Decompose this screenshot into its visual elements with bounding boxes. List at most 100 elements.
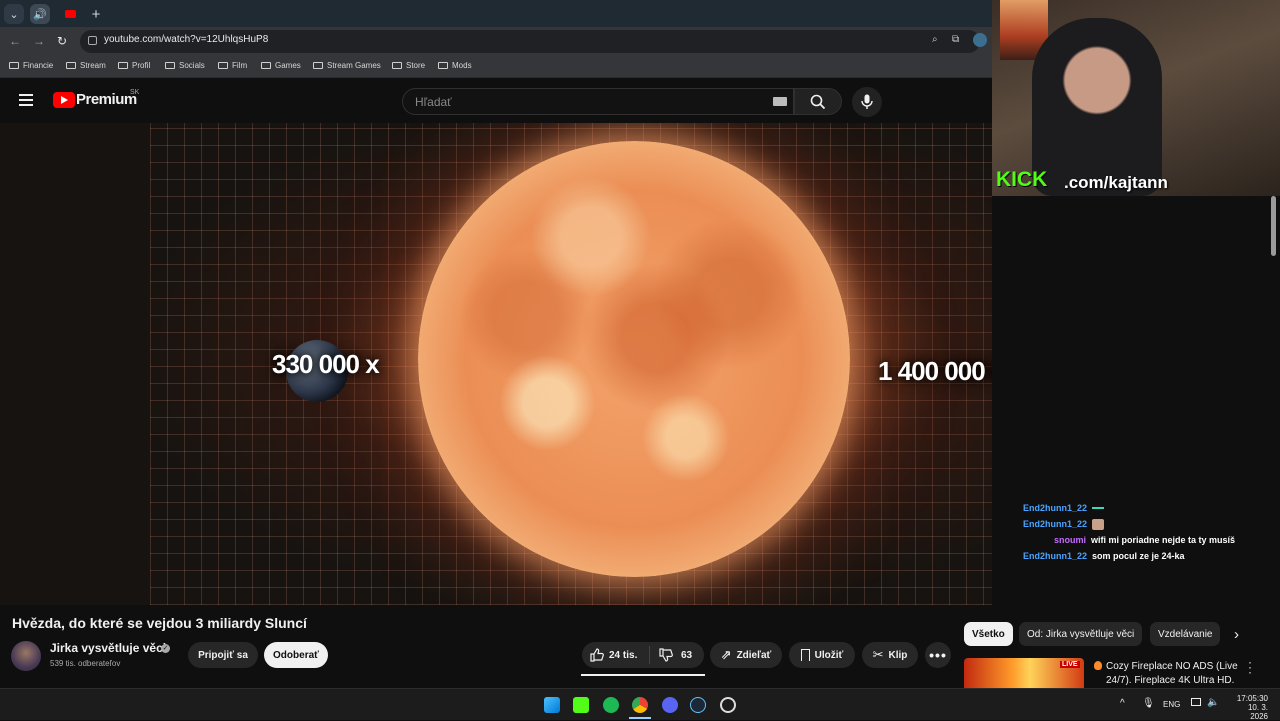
spotify-icon[interactable] — [603, 697, 619, 713]
bookmark-folder[interactable]: Financie — [9, 61, 53, 70]
chips-next-chevron-icon[interactable]: › — [1234, 626, 1239, 643]
address-bar-row: ← → ↻ youtube.com/watch?v=12UhlqsHuP8 ⌕ … — [0, 27, 992, 56]
video-player[interactable]: 330 000 x 1 400 000 km — [0, 123, 992, 605]
sun-image — [418, 141, 850, 577]
zoom-icon[interactable]: ⌕ — [932, 34, 938, 45]
bookmark-icon — [800, 649, 810, 661]
folder-icon — [118, 62, 128, 69]
tray-mic-icon[interactable]: 🎙 — [1142, 698, 1155, 709]
search-input[interactable] — [402, 88, 794, 115]
bookmark-folder[interactable]: Games — [261, 61, 301, 70]
chat-username: End2hunn1_22 — [1023, 519, 1088, 529]
microphone-icon — [861, 94, 873, 109]
like-button[interactable]: 24 tis. — [582, 646, 650, 664]
lens-icon[interactable] — [973, 33, 987, 47]
thumbs-down-icon — [659, 648, 673, 662]
new-tab-plus-icon[interactable]: + — [86, 4, 106, 24]
chat-text: wifi mi poriadne nejde ta ty musíš — [1091, 535, 1236, 545]
browser-tab-strip: ⌄ 🔊 + — [0, 0, 992, 27]
active-app-indicator — [629, 717, 651, 719]
chat-overlay: End2hunn1_22 End2hunn1_22 snoumi wifi mi… — [1023, 503, 1235, 567]
bookmarks-bar: Financie Stream Profil Socials Film Game… — [0, 56, 992, 78]
premium-logo-text[interactable]: Premium — [76, 91, 137, 108]
voice-search-button[interactable] — [852, 87, 882, 117]
chat-text: som pocul ze je 24-ka — [1092, 551, 1185, 561]
video-title: Hvězda, do které se vejdou 3 miliardy Sl… — [12, 615, 307, 631]
folder-icon — [165, 62, 175, 69]
windows-taskbar: ^ 🎙 ENG 🔈 17:05:30 10. 3. 2026 — [0, 688, 1280, 721]
like-underline — [581, 674, 705, 676]
youtube-tab-icon[interactable] — [60, 4, 80, 24]
bookmark-folder[interactable]: Film — [218, 61, 247, 70]
chat-message: snoumi wifi mi poriadne nejde ta ty musí… — [1023, 535, 1235, 551]
chat-username: snoumi — [1054, 535, 1087, 545]
discord-icon[interactable] — [662, 697, 678, 713]
more-actions-button[interactable]: ••• — [925, 642, 951, 668]
steam-icon[interactable] — [690, 697, 706, 713]
folder-icon — [438, 62, 448, 69]
chat-username: End2hunn1_22 — [1023, 551, 1088, 561]
tab-list-chevron-icon[interactable]: ⌄ — [4, 4, 24, 24]
bookmark-folder[interactable]: Stream Games — [313, 61, 381, 70]
emote-icon — [1092, 507, 1105, 509]
subscriber-count: 539 tis. odberateľov — [50, 659, 121, 668]
bookmark-folder[interactable]: Socials — [165, 61, 205, 70]
folder-icon — [66, 62, 76, 69]
chat-message: End2hunn1_22 som pocul ze je 24-ka — [1023, 551, 1235, 567]
more-dots-icon: ••• — [929, 647, 947, 663]
folder-icon — [9, 62, 19, 69]
menu-icon[interactable] — [19, 94, 33, 106]
dislike-button[interactable]: 63 — [650, 648, 692, 662]
url-text: youtube.com/watch?v=12UhlqsHuP8 — [104, 34, 269, 45]
tray-chevron-icon[interactable]: ^ — [1120, 698, 1125, 709]
reload-icon[interactable]: ↻ — [57, 34, 67, 48]
youtube-logo-icon[interactable] — [53, 92, 75, 108]
share-button[interactable]: ⇗ Zdieľať — [710, 642, 782, 668]
subscribe-button[interactable]: Odoberať — [264, 642, 328, 668]
forward-arrow-icon[interactable]: → — [33, 34, 45, 48]
search-icon — [810, 94, 826, 110]
chrome-icon[interactable] — [632, 697, 648, 713]
site-info-icon[interactable] — [88, 36, 97, 45]
folder-icon — [313, 62, 323, 69]
channel-name[interactable]: Jirka vysvětluje věci — [50, 641, 166, 655]
dislike-count: 63 — [681, 649, 693, 661]
url-box[interactable]: youtube.com/watch?v=12UhlqsHuP8 ⌕ ⧉ — [80, 30, 987, 53]
join-button[interactable]: Pripojiť sa — [188, 642, 258, 668]
chat-message: End2hunn1_22 — [1023, 503, 1235, 519]
network-icon[interactable] — [1191, 698, 1201, 706]
kick-brand-text: KICK — [996, 168, 1048, 191]
volume-icon[interactable]: 🔈 — [1207, 697, 1219, 708]
channel-avatar[interactable] — [11, 641, 41, 671]
bookmark-folder[interactable]: Mods — [438, 61, 472, 70]
video-text-multiplier: 330 000 x — [272, 349, 380, 379]
share-arrow-icon: ⇗ — [720, 647, 732, 662]
verified-check-icon: ✓ — [161, 644, 170, 653]
like-count: 24 tis. — [609, 649, 638, 661]
windows-start-icon[interactable] — [544, 697, 560, 713]
like-dislike-group: 24 tis. 63 — [582, 642, 704, 668]
tab-audio-icon[interactable]: 🔊 — [30, 4, 50, 24]
back-arrow-icon[interactable]: ← — [9, 34, 21, 48]
chip-from-channel[interactable]: Od: Jirka vysvětluje věci — [1019, 622, 1143, 646]
scrollbar-thumb[interactable] — [1271, 196, 1276, 256]
search-button[interactable] — [794, 88, 842, 115]
bookmark-folder[interactable]: Profil — [118, 61, 150, 70]
cast-icon[interactable]: ⧉ — [952, 34, 959, 45]
bookmark-folder[interactable]: Stream — [66, 61, 106, 70]
kick-app-icon[interactable] — [573, 697, 589, 713]
region-code: SK — [130, 89, 140, 96]
recommendation-more-icon[interactable]: · · · — [1248, 656, 1252, 678]
clip-button[interactable]: ✂ Klip — [862, 642, 918, 668]
chip-all[interactable]: Všetko — [964, 622, 1013, 646]
chat-message: End2hunn1_22 — [1023, 519, 1235, 535]
chip-education[interactable]: Vzdelávanie — [1150, 622, 1221, 646]
folder-icon — [218, 62, 228, 69]
keyboard-icon[interactable] — [773, 97, 787, 106]
bookmark-folder[interactable]: Store — [392, 61, 425, 70]
language-indicator[interactable]: ENG — [1163, 700, 1180, 709]
kick-url-text: .com/kajtann — [1064, 173, 1168, 192]
obs-icon[interactable] — [720, 697, 736, 713]
clock[interactable]: 17:05:30 10. 3. 2026 — [1228, 694, 1268, 721]
save-button[interactable]: Uložiť — [789, 642, 855, 668]
